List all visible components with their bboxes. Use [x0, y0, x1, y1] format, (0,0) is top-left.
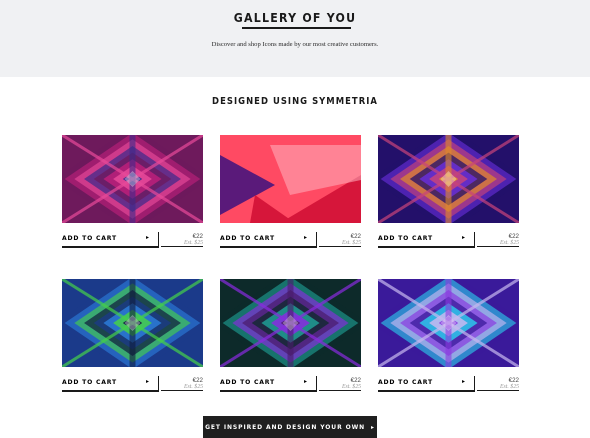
play-triangle-icon: ▸	[462, 235, 466, 241]
price-divider	[158, 376, 159, 392]
hero-banner: GALLERY OF YOU Discover and shop Icons m…	[0, 0, 590, 77]
product-card: ADD TO CART ▸ €22 Est. $25	[378, 279, 519, 399]
product-artwork[interactable]	[220, 279, 361, 367]
add-to-cart-button[interactable]: ADD TO CART ▸	[378, 231, 472, 245]
estimated-price: Est. $25	[341, 384, 361, 390]
page-title: GALLERY OF YOU	[233, 10, 357, 25]
section-title: DESIGNED USING SYMMETRIA	[212, 96, 378, 107]
price-underline	[319, 390, 361, 391]
cart-underline	[62, 246, 158, 248]
estimated-price: Est. $25	[183, 240, 203, 246]
product-card: ADD TO CART ▸ €22 Est. $25	[62, 279, 203, 399]
price-divider	[316, 232, 317, 248]
add-to-cart-label: ADD TO CART	[220, 235, 275, 242]
play-triangle-icon: ▸	[462, 379, 466, 385]
play-triangle-icon: ▸	[146, 235, 150, 241]
price-underline	[477, 246, 519, 247]
product-price: €22	[350, 377, 361, 384]
price-divider	[158, 232, 159, 248]
play-triangle-icon: ▸	[304, 379, 308, 385]
product-card: ADD TO CART ▸ €22 Est. $25	[378, 135, 519, 255]
add-to-cart-label: ADD TO CART	[378, 235, 433, 242]
product-price: €22	[192, 233, 203, 240]
product-artwork[interactable]	[62, 279, 203, 367]
product-price: €22	[508, 233, 519, 240]
estimated-price: Est. $25	[499, 384, 519, 390]
design-your-own-label: GET INSPIRED AND DESIGN YOUR OWN ▸	[205, 424, 375, 431]
estimated-price: Est. $25	[183, 384, 203, 390]
play-triangle-icon: ▸	[371, 424, 375, 431]
title-underline	[242, 27, 351, 29]
estimated-price: Est. $25	[499, 240, 519, 246]
play-triangle-icon: ▸	[304, 235, 308, 241]
cart-underline	[62, 390, 158, 392]
price-underline	[319, 246, 361, 247]
cart-underline	[378, 246, 474, 248]
price-underline	[477, 390, 519, 391]
estimated-price: Est. $25	[341, 240, 361, 246]
product-price: €22	[192, 377, 203, 384]
add-to-cart-label: ADD TO CART	[220, 379, 275, 386]
product-artwork[interactable]	[378, 135, 519, 223]
price-underline	[161, 390, 203, 391]
product-artwork[interactable]	[378, 279, 519, 367]
product-card: ADD TO CART ▸ €22 Est. $25	[62, 135, 203, 255]
product-price: €22	[350, 233, 361, 240]
design-your-own-button[interactable]: GET INSPIRED AND DESIGN YOUR OWN ▸	[203, 416, 377, 438]
price-divider	[474, 376, 475, 392]
product-artwork[interactable]	[220, 135, 361, 223]
page-subtitle: Discover and shop Icons made by our most…	[211, 41, 379, 48]
play-triangle-icon: ▸	[146, 379, 150, 385]
cart-underline	[378, 390, 474, 392]
cart-underline	[220, 246, 316, 248]
add-to-cart-button[interactable]: ADD TO CART ▸	[62, 231, 156, 245]
price-divider	[316, 376, 317, 392]
price-divider	[474, 232, 475, 248]
product-card: ADD TO CART ▸ €22 Est. $25	[220, 135, 361, 255]
product-artwork[interactable]	[62, 135, 203, 223]
cart-underline	[220, 390, 316, 392]
add-to-cart-label: ADD TO CART	[62, 235, 117, 242]
product-price: €22	[508, 377, 519, 384]
add-to-cart-button[interactable]: ADD TO CART ▸	[220, 375, 314, 389]
add-to-cart-button[interactable]: ADD TO CART ▸	[220, 231, 314, 245]
add-to-cart-button[interactable]: ADD TO CART ▸	[62, 375, 156, 389]
product-card: ADD TO CART ▸ €22 Est. $25	[220, 279, 361, 399]
add-to-cart-button[interactable]: ADD TO CART ▸	[378, 375, 472, 389]
add-to-cart-label: ADD TO CART	[378, 379, 433, 386]
add-to-cart-label: ADD TO CART	[62, 379, 117, 386]
price-underline	[161, 246, 203, 247]
